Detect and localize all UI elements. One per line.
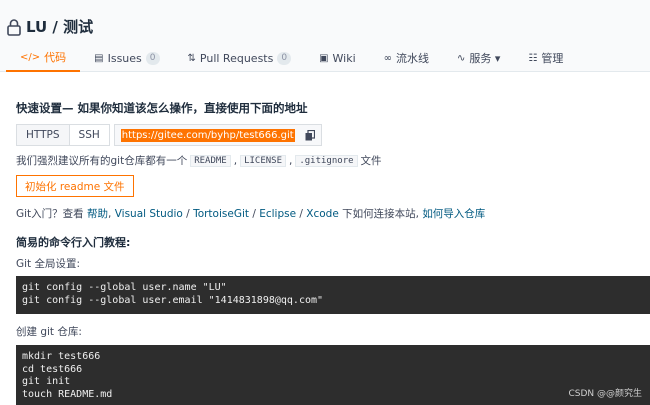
pull-request-icon: ⇅: [188, 53, 196, 64]
global-settings-label: Git 全局设置:: [16, 256, 80, 271]
file-tag-gitignore: .gitignore: [295, 155, 357, 167]
manage-icon: ☷: [528, 53, 537, 64]
repo-tabs: </> 代码 ▤ Issues 0 ⇅ Pull Requests 0 ▣ Wi…: [6, 44, 577, 72]
create-repo-label: 创建 git 仓库:: [16, 324, 82, 339]
count-badge: 0: [146, 52, 160, 65]
tab-manage[interactable]: ☷ 管理: [514, 44, 577, 72]
help-text: Git入门？查看: [16, 208, 87, 220]
tab-label: Pull Requests: [200, 52, 273, 65]
tutorial-title: 简易的命令行入门教程:: [16, 234, 130, 250]
create-repo-code: mkdir test666 cd test666 git init touch …: [16, 345, 650, 405]
repo-header: LU / 测试 </> 代码 ▤ Issues 0 ⇅ Pull Request…: [0, 0, 650, 72]
tortoisegit-link[interactable]: TortoiseGit: [193, 208, 249, 220]
tab-label: 代码: [44, 49, 66, 65]
count-badge: 0: [277, 52, 291, 65]
pipeline-icon: ∞: [384, 53, 392, 64]
tab-pipeline[interactable]: ∞ 流水线: [370, 44, 443, 72]
global-config-code: git config --global user.name "LU" git c…: [16, 276, 650, 314]
csdn-watermark: CSDN @@颜究生: [568, 386, 642, 399]
tab-label: Issues: [108, 52, 142, 65]
separator: /: [296, 208, 306, 220]
tab-label: 管理: [541, 50, 563, 66]
visual-studio-link[interactable]: Visual Studio: [115, 208, 183, 220]
code-line: git config --global user.name "LU": [22, 282, 644, 295]
tab-pull-requests[interactable]: ⇅ Pull Requests 0: [174, 44, 306, 72]
tab-label: Wiki: [333, 52, 356, 65]
tab-label: 服务 ▾: [469, 50, 500, 66]
ssh-button[interactable]: SSH: [70, 124, 110, 146]
issues-icon: ▤: [94, 53, 103, 64]
init-readme-button[interactable]: 初始化 readme 文件: [16, 175, 134, 197]
wiki-icon: ▣: [319, 53, 328, 64]
file-tag-license: LICENSE: [240, 155, 286, 167]
code-line: cd test666: [22, 364, 644, 377]
suggestion-text: 我们强烈建议所有的git仓库都有一个: [16, 153, 187, 168]
help-link[interactable]: 帮助: [87, 208, 108, 220]
code-line: touch README.md: [22, 389, 644, 402]
eclipse-link[interactable]: Eclipse: [259, 208, 296, 220]
tab-code[interactable]: </> 代码: [6, 44, 80, 72]
code-line: git init: [22, 376, 644, 389]
https-button[interactable]: HTTPS: [16, 124, 70, 146]
code-line: git config --global user.email "14148318…: [22, 295, 644, 308]
readme-suggestion: 我们强烈建议所有的git仓库都有一个 README, LICENSE, .git…: [16, 153, 382, 168]
repo-title: LU / 测试: [6, 16, 93, 37]
separator: ,: [108, 208, 115, 220]
tab-label: 流水线: [396, 50, 429, 66]
copy-icon[interactable]: [305, 130, 315, 141]
git-help-links: Git入门？查看 帮助, Visual Studio / TortoiseGit…: [16, 206, 485, 221]
code-line: mkdir test666: [22, 351, 644, 364]
service-icon: ∿: [457, 53, 465, 64]
clone-url-row: HTTPS SSH https://gitee.com/byhp/test666…: [16, 124, 322, 146]
separator: /: [183, 208, 193, 220]
clone-url-field[interactable]: https://gitee.com/byhp/test666.git: [114, 124, 322, 146]
clone-url-text: https://gitee.com/byhp/test666.git: [121, 129, 295, 142]
tab-service[interactable]: ∿ 服务 ▾: [443, 44, 514, 72]
lock-icon: [6, 18, 22, 36]
help-middle-text: 下如何连接本站,: [339, 208, 423, 220]
separator: ,: [289, 155, 292, 167]
file-tag-readme: README: [190, 155, 231, 167]
suggestion-suffix: 文件: [361, 153, 382, 168]
code-icon: </>: [20, 52, 40, 63]
import-repo-link[interactable]: 如何导入仓库: [422, 208, 485, 220]
tab-wiki[interactable]: ▣ Wiki: [305, 44, 370, 72]
separator: ,: [234, 155, 237, 167]
xcode-link[interactable]: Xcode: [306, 208, 339, 220]
tab-issues[interactable]: ▤ Issues 0: [80, 44, 173, 72]
quick-setup-title: 快速设置— 如果你知道该怎么操作，直接使用下面的地址: [16, 100, 308, 116]
separator: /: [249, 208, 259, 220]
repo-name-link[interactable]: LU / 测试: [26, 16, 93, 37]
